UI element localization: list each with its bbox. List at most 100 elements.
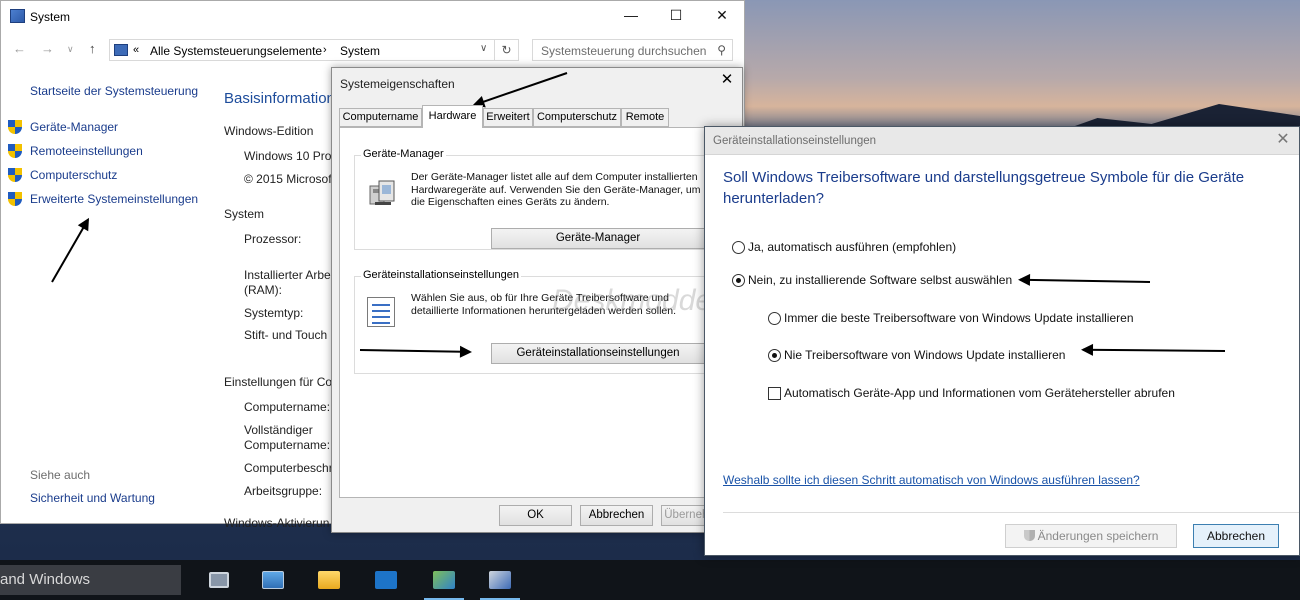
system-taskbar-button[interactable]: [476, 560, 524, 600]
props-cancel-button[interactable]: Abbrechen: [580, 505, 653, 526]
processor-label: Prozessor:: [244, 232, 302, 246]
back-arrow-icon[interactable]: ←: [13, 41, 26, 56]
device-install-settings-dialog: Geräteinstallationseinstellungen ✕ Soll …: [704, 126, 1300, 556]
option-yes-label[interactable]: Ja, automatisch ausführen (empfohlen): [748, 240, 956, 254]
why-link[interactable]: Weshalb sollte ich diesen Schritt automa…: [723, 473, 1140, 487]
radio-no[interactable]: [732, 274, 745, 287]
control-panel-address-icon: [114, 44, 128, 56]
radio-best-driver[interactable]: [768, 312, 781, 325]
gi-question: Soll Windows Treibersoftware und darstel…: [723, 169, 1245, 207]
full-name-label-line1: Vollständiger: [244, 423, 313, 437]
checkbox-device-app[interactable]: [768, 387, 781, 400]
gi-cancel-button[interactable]: Abbrechen: [1193, 524, 1279, 548]
see-also-label: Siehe auch: [30, 468, 91, 482]
control-panel-button[interactable]: [420, 560, 468, 600]
tab-advanced[interactable]: Erweitert: [483, 108, 533, 127]
minimize-button[interactable]: —: [608, 1, 654, 31]
gi-titlebar[interactable]: Geräteinstallationseinstellungen ✕: [705, 127, 1299, 155]
full-name-label-line2: Computername:: [244, 438, 331, 452]
radio-yes[interactable]: [732, 241, 745, 254]
search-placeholder: Systemsteuerung durchsuchen: [541, 44, 707, 58]
device-install-settings-button[interactable]: Geräteinstallationseinstellungen: [491, 343, 705, 364]
sidebar-home-link[interactable]: Startseite der Systemsteuerung: [30, 84, 198, 98]
sidebar-security-link[interactable]: Sicherheit und Wartung: [30, 491, 155, 505]
tab-remote[interactable]: Remote: [621, 108, 669, 127]
edition-name: Windows 10 Pro: [244, 149, 332, 163]
ok-button[interactable]: OK: [499, 505, 572, 526]
system-icon: [489, 571, 511, 589]
gi-dialog-title: Geräteinstallationseinstellungen: [713, 135, 877, 147]
refresh-button[interactable]: ↻: [495, 39, 519, 61]
device-install-group-label: Geräteinstallationseinstellungen: [361, 269, 521, 281]
props-close-button[interactable]: ✕: [714, 70, 740, 92]
task-view-button[interactable]: [195, 560, 243, 600]
option-never-driver-label[interactable]: Nie Treibersoftware von Windows Update i…: [784, 348, 1065, 362]
computer-name-label: Computername:: [244, 400, 331, 414]
tab-computername[interactable]: Computername: [339, 108, 422, 127]
computer-settings-heading: Einstellungen für Co: [224, 375, 333, 389]
file-explorer-icon: [318, 571, 340, 589]
breadcrumb-separator[interactable]: ›: [323, 44, 327, 56]
sidebar-item-advanced[interactable]: Erweiterte Systemeinstellungen: [30, 192, 198, 206]
save-changes-button[interactable]: Änderungen speichern: [1005, 524, 1177, 548]
address-bar[interactable]: « Alle Systemsteuerungselemente › System…: [109, 39, 495, 61]
shield-icon: [8, 168, 22, 182]
shield-icon: [8, 144, 22, 158]
system-heading: System: [224, 207, 265, 221]
up-arrow-icon[interactable]: ↑: [89, 41, 96, 56]
tab-protection[interactable]: Computerschutz: [533, 108, 621, 127]
address-dropdown-icon[interactable]: ∨: [480, 43, 487, 54]
device-manager-group-label: Geräte-Manager: [361, 148, 446, 160]
recent-chevron-down-icon[interactable]: ∨: [67, 44, 74, 55]
sidebar-item-device-manager[interactable]: Geräte-Manager: [30, 120, 118, 134]
refresh-icon: ↻: [501, 43, 512, 57]
taskbar: and Windows: [0, 560, 1300, 600]
forward-arrow-icon[interactable]: →: [41, 41, 54, 56]
computer-desc-label: Computerbeschr: [244, 461, 333, 475]
option-no-label[interactable]: Nein, zu installierende Software selbst …: [748, 273, 1012, 287]
props-dialog-title: Systemeigenschaften: [340, 77, 455, 91]
radio-never-driver[interactable]: [768, 349, 781, 362]
checklist-icon: [367, 297, 395, 327]
edition-heading: Windows-Edition: [224, 124, 314, 138]
system-titlebar[interactable]: System — ☐ ✕: [1, 1, 744, 31]
device-manager-icon: [367, 178, 397, 208]
gi-close-button[interactable]: ✕: [1271, 130, 1295, 152]
shield-icon: [8, 192, 22, 206]
breadcrumb-all-items[interactable]: Alle Systemsteuerungselemente: [150, 44, 322, 58]
tab-hardware[interactable]: Hardware: [422, 105, 483, 128]
pen-touch-label: Stift- und Touch: [244, 328, 328, 342]
task-view-icon: [209, 572, 229, 588]
ram-label-line2: (RAM):: [244, 283, 282, 297]
close-button[interactable]: ✕: [699, 1, 745, 31]
system-window-title: System: [30, 10, 71, 24]
taskbar-search-box[interactable]: and Windows: [0, 565, 181, 595]
option-best-driver-label[interactable]: Immer die beste Treibersoftware von Wind…: [784, 311, 1134, 325]
systype-label: Systemtyp:: [244, 306, 304, 320]
device-manager-description: Der Geräte-Manager listet alle auf dem C…: [411, 171, 701, 208]
workgroup-label: Arbeitsgruppe:: [244, 484, 323, 498]
device-manager-button[interactable]: Geräte-Manager: [491, 228, 705, 249]
search-icon: ⚲: [717, 43, 726, 57]
search-input[interactable]: Systemsteuerung durchsuchen ⚲: [532, 39, 733, 61]
uac-shield-icon: [1023, 530, 1035, 541]
address-overflow-chevrons[interactable]: «: [133, 44, 139, 56]
sidebar-item-protection[interactable]: Computerschutz: [30, 168, 117, 182]
option-device-app-label[interactable]: Automatisch Geräte-App und Informationen…: [784, 386, 1175, 400]
shield-icon: [8, 120, 22, 134]
system-window-icon: [10, 9, 25, 23]
page-title: Basisinformation: [224, 90, 335, 107]
close-icon: ✕: [1276, 131, 1290, 148]
sidebar-item-remote[interactable]: Remoteeinstellungen: [30, 144, 143, 158]
copyright-text: © 2015 Microsof: [244, 172, 332, 186]
address-row: ← → ∨ ↑ « Alle Systemsteuerungselemente …: [1, 35, 744, 65]
close-icon: ✕: [720, 71, 734, 88]
remote-app-icon: [375, 571, 397, 589]
gi-divider: [723, 512, 1299, 513]
remote-app-button[interactable]: [362, 560, 410, 600]
control-panel-icon: [433, 571, 455, 589]
this-pc-button[interactable]: [249, 560, 297, 600]
file-explorer-button[interactable]: [305, 560, 353, 600]
breadcrumb-system[interactable]: System: [340, 44, 380, 58]
maximize-button[interactable]: ☐: [653, 1, 699, 31]
